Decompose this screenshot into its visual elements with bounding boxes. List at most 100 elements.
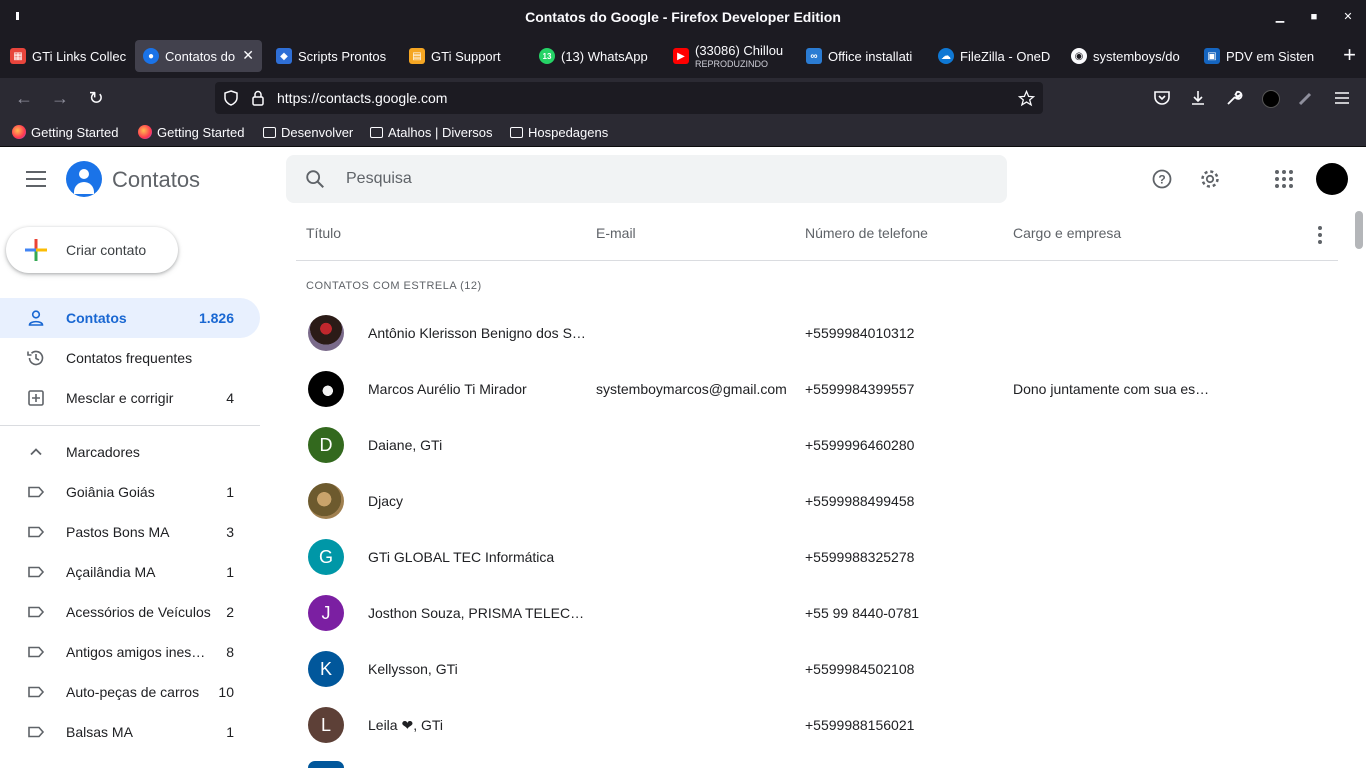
onedrive-favicon: ☁ — [938, 48, 954, 64]
main-menu-icon[interactable] — [26, 171, 46, 187]
plus-icon — [25, 239, 47, 261]
person-icon — [28, 310, 44, 326]
contacts-logo-icon[interactable] — [66, 161, 102, 197]
scrollbar-thumb[interactable] — [1355, 211, 1363, 249]
sidebar-label-item[interactable]: Acessórios de Veículos 2 — [0, 592, 260, 632]
sidebar-label-item[interactable]: Balsas MA 1 — [0, 712, 260, 752]
sidebar-label-item[interactable]: Antigos amigos inesquecíveis8 — [0, 632, 260, 672]
app-title[interactable]: Contatos — [112, 167, 200, 193]
search-input[interactable]: Pesquisa — [346, 155, 412, 203]
svg-text:?: ? — [1158, 173, 1165, 187]
url-text[interactable]: https://contacts.google.com — [277, 82, 447, 114]
bookmark-getting-started-2[interactable]: Getting Started — [138, 118, 244, 146]
tab-scripts-prontos[interactable]: ◆ Scripts Prontos — [268, 40, 398, 72]
tab-gti-links[interactable]: ▦ GTi Links Collec — [2, 40, 132, 72]
contacts-app: Contatos Pesquisa ? Criar contato Contat… — [0, 147, 1366, 768]
sidebar-item-merge[interactable]: Mesclar e corrigir 4 — [0, 378, 260, 418]
maximize-button[interactable]: ■ — [1299, 0, 1329, 34]
column-header-job: Cargo e empresa — [1013, 225, 1122, 241]
minimize-button[interactable]: ▁ — [1265, 0, 1295, 34]
help-icon[interactable]: ? — [1150, 167, 1174, 191]
tab-whatsapp[interactable]: 13 (13) WhatsApp — [531, 40, 661, 72]
bookmark-star-icon[interactable] — [1018, 90, 1035, 107]
table-row[interactable]: K Kellysson, GTi +5599984502108 — [296, 641, 1338, 697]
tab-filezilla[interactable]: ☁ FileZilla - OneD — [930, 40, 1060, 72]
sidebar-label-item[interactable]: Auto-peças de carros 10 — [0, 672, 260, 712]
contact-avatar: K — [308, 651, 344, 687]
settings-gear-icon[interactable] — [1198, 167, 1222, 191]
label-icon — [28, 606, 45, 618]
table-row[interactable]: Djacy +5599988499458 — [296, 473, 1338, 529]
table-row[interactable]: D Daiane, GTi +5599996460280 — [296, 417, 1338, 473]
column-header-phone: Número de telefone — [805, 225, 928, 241]
sidebar-label-item[interactable]: Açailândia MA 1 — [0, 552, 260, 592]
account-avatar-icon[interactable] — [1262, 90, 1280, 108]
menu-icon[interactable] — [1333, 89, 1351, 107]
table-row[interactable]: Antônio Klerisson Benigno dos Santos +55… — [296, 305, 1338, 361]
label-icon — [28, 726, 45, 738]
sidebar-label-item[interactable]: Goiânia Goiás 1 — [0, 472, 260, 512]
sidebar-label-item[interactable]: Pastos Bons MA 3 — [0, 512, 260, 552]
column-header-title[interactable]: Título — [306, 225, 341, 241]
contact-avatar: G — [308, 539, 344, 575]
bookmark-getting-started-1[interactable]: Getting Started — [12, 118, 118, 146]
sidebar-item-frequent[interactable]: Contatos frequentes — [0, 338, 260, 378]
download-icon[interactable] — [1189, 89, 1207, 107]
account-avatar[interactable] — [1316, 163, 1348, 195]
create-contact-button[interactable]: Criar contato — [6, 227, 178, 273]
table-row[interactable]: J Josthon Souza, PRISMA TELECOM +55 99 8… — [296, 585, 1338, 641]
window-title: Contatos do Google - Firefox Developer E… — [525, 9, 841, 25]
column-header-email: E-mail — [596, 225, 636, 241]
contact-avatar — [308, 483, 344, 519]
reload-button[interactable]: ↻ — [84, 86, 108, 110]
pen-icon[interactable] — [1297, 89, 1315, 107]
label-icon — [28, 566, 45, 578]
forward-button[interactable]: → — [48, 86, 72, 110]
sidebar-item-contacts[interactable]: Contatos 1.826 — [0, 298, 260, 338]
contact-avatar — [308, 315, 344, 351]
label-icon — [28, 686, 45, 698]
sidebar-divider — [0, 425, 260, 426]
more-vert-icon[interactable] — [1308, 223, 1332, 247]
bookmarks-toolbar: Getting Started Getting Started Desenvol… — [0, 118, 1366, 147]
wrench-icon[interactable] — [1225, 89, 1243, 107]
bookmark-folder-desenvolver[interactable]: Desenvolver — [263, 118, 353, 146]
table-row[interactable]: Marcos Aurélio Ti Mirador systemboymarco… — [296, 361, 1338, 417]
close-tab-icon[interactable]: ✕ — [242, 47, 254, 64]
pocket-icon[interactable] — [1153, 89, 1171, 107]
contact-avatar-partial — [308, 761, 344, 768]
tab-github[interactable]: ◉ systemboys/do — [1063, 40, 1193, 72]
url-bar[interactable]: https://contacts.google.com — [215, 82, 1043, 114]
table-row[interactable]: G GTi GLOBAL TEC Informática +5599988325… — [296, 529, 1338, 585]
contact-avatar: L — [308, 707, 344, 743]
window-titlebar: Contatos do Google - Firefox Developer E… — [0, 0, 1366, 34]
tab-strip: ▦ GTi Links Collec ● Contatos do ✕ ◆ Scr… — [0, 34, 1366, 78]
folder-icon — [263, 126, 276, 138]
shield-icon[interactable] — [223, 90, 239, 106]
search-icon[interactable] — [304, 168, 326, 190]
label-icon — [28, 646, 45, 658]
office-favicon: ∞ — [806, 48, 822, 64]
bookmark-folder-atalhos[interactable]: Atalhos | Diversos — [370, 118, 493, 146]
bookmark-folder-hospedagens[interactable]: Hospedagens — [510, 118, 608, 146]
search-bar[interactable]: Pesquisa — [286, 155, 1007, 203]
table-row[interactable]: L Leila ❤, GTi +5599988156021 — [296, 697, 1338, 753]
tab-gti-support[interactable]: ▤ GTi Support — [401, 40, 531, 72]
history-icon — [27, 350, 44, 366]
close-window-button[interactable]: ✕ — [1333, 0, 1363, 34]
back-button[interactable]: ← — [12, 86, 36, 110]
labels-header[interactable]: Marcadores — [0, 432, 260, 472]
tab-contacts[interactable]: ● Contatos do ✕ — [135, 40, 262, 72]
new-tab-button[interactable]: + — [1343, 44, 1356, 66]
contacts-favicon: ● — [143, 48, 159, 64]
contact-avatar — [308, 371, 344, 407]
folder-icon — [510, 126, 523, 138]
tab-office[interactable]: ∞ Office installati — [798, 40, 928, 72]
tab-youtube[interactable]: ▶ (33086) Chillou REPRODUZINDO — [665, 40, 795, 72]
tab-pdv[interactable]: ▣ PDV em Sisten — [1196, 40, 1316, 72]
apps-grid-icon[interactable] — [1272, 167, 1296, 191]
lock-icon[interactable] — [251, 90, 265, 106]
merge-fix-icon — [28, 390, 44, 406]
github-favicon: ◉ — [1071, 48, 1087, 64]
chevron-up-icon — [30, 448, 42, 456]
